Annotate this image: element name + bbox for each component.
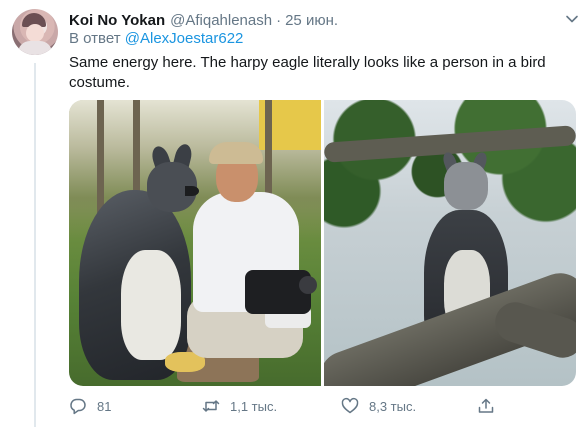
avatar-body — [18, 41, 52, 55]
camera-lens — [299, 276, 317, 294]
author-name[interactable]: Koi No Yokan — [69, 12, 165, 29]
man-cap — [209, 142, 263, 164]
tweet-actions: 81 1,1 тыс. 8,3 тыс. — [69, 395, 499, 417]
tweet-text: Same energy here. The harpy eagle litera… — [69, 54, 546, 91]
media-grid — [69, 100, 576, 386]
reply-icon — [70, 398, 86, 415]
tweet-date[interactable]: 25 июн. — [285, 12, 338, 29]
retweet-count: 1,1 тыс. — [230, 398, 278, 414]
separator-dot: · — [276, 11, 282, 29]
reply-button[interactable]: 81 — [69, 395, 111, 417]
reply-prefix: В ответ — [69, 30, 121, 47]
eagle-beak — [185, 186, 199, 196]
reply-context: В ответ @AlexJoestar622 — [69, 30, 243, 47]
like-button[interactable]: 8,3 тыс. — [341, 395, 416, 417]
share-button[interactable] — [477, 395, 505, 417]
video-camera — [245, 270, 311, 314]
avatar[interactable] — [12, 9, 58, 55]
heart-icon — [341, 397, 359, 414]
reply-to-mention[interactable]: @AlexJoestar622 — [125, 30, 244, 47]
chevron-down-icon[interactable] — [565, 12, 579, 26]
tweet-header: Koi No Yokan @Afiqahlenash · 25 июн. — [69, 10, 338, 30]
retweet-icon — [202, 400, 220, 412]
photo-man-with-harpy-eagle[interactable] — [69, 100, 321, 386]
eagle-head — [444, 162, 488, 210]
retweet-button[interactable]: 1,1 тыс. — [202, 395, 277, 417]
reply-count: 81 — [97, 398, 112, 414]
like-count: 8,3 тыс. — [369, 398, 417, 414]
author-handle[interactable]: @Afiqahlenash — [170, 12, 272, 29]
thread-connector-line — [34, 63, 36, 427]
eagle-chest — [121, 250, 181, 360]
share-icon — [478, 398, 494, 413]
avatar-face — [26, 24, 44, 42]
photo-harpy-eagle-on-branch[interactable] — [324, 100, 576, 386]
